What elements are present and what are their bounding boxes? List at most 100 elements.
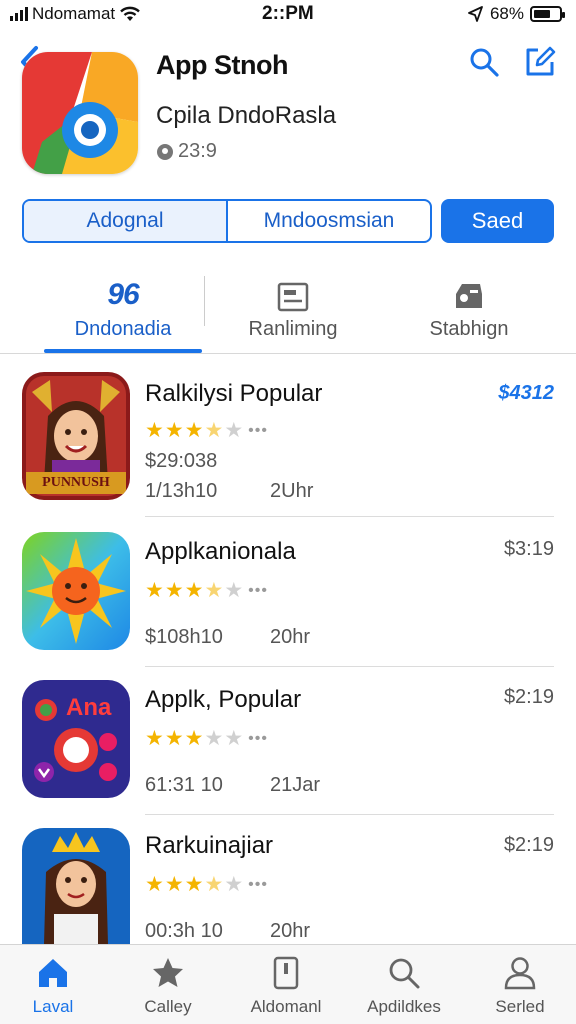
app-thumbnail [22, 828, 130, 944]
home-icon [39, 959, 67, 987]
more-dots-icon: ••• [248, 875, 268, 893]
star-empty-icon: ★ [224, 873, 244, 896]
tab-icon-wrap [452, 268, 486, 312]
app-meta-duration: 20hr [270, 920, 311, 942]
search-icon[interactable] [468, 46, 500, 78]
list-item[interactable]: Ana Applk, Popular $2:19 ★ ★ ★ ★ ★ ••• 6… [0, 668, 576, 818]
app-meta-date: 00:3h 10 [145, 920, 223, 942]
segment-option-2[interactable]: Mndoosmsian [228, 201, 430, 241]
signal-icon [10, 7, 28, 21]
star-icon: ★ [184, 727, 204, 750]
app-title: Applkanionala [145, 538, 296, 565]
star-empty-icon: ★ [224, 727, 244, 750]
segment-option-1[interactable]: Adognal [24, 201, 228, 241]
tab-divider [204, 276, 205, 326]
nav-label: Apdildkes [367, 997, 441, 1016]
star-half-icon: ★ [204, 419, 224, 442]
nav-item-aldomanl[interactable]: Aldomanl [231, 955, 341, 1017]
app-thumbnail: Ana [22, 680, 130, 798]
app-thumbnail [22, 532, 130, 650]
app-title: Applk, Popular [145, 686, 302, 713]
tab-active-indicator [44, 349, 202, 353]
nav-item-apdildkes[interactable]: Apdildkes [349, 955, 459, 1017]
app-meta-duration: 2Uhr [270, 480, 314, 502]
header-meta-value: 23:9 [178, 140, 217, 162]
star-icon: ★ [164, 873, 184, 896]
tab-stabhign[interactable]: Stabhign [394, 268, 544, 354]
bottom-tab-bar: Laval Calley Aldomanl Apdildkes Serled [0, 944, 576, 1024]
star-icon: ★ [164, 579, 184, 602]
list-item[interactable]: PUNNUSH Ralkilysi Popular $4312 ★ ★ ★ ★ … [0, 368, 576, 518]
tab-badge-number: 96 [107, 278, 139, 311]
star-icon: ★ [184, 419, 204, 442]
status-time: 2::PM [262, 3, 314, 24]
nav-label: Laval [32, 997, 74, 1016]
star-empty-icon: ★ [224, 579, 244, 602]
status-right: 68% [468, 4, 565, 24]
search-icon [389, 958, 420, 989]
app-meta-date: $108h10 [145, 626, 223, 648]
row-divider [145, 814, 554, 815]
more-dots-icon: ••• [248, 729, 268, 747]
app-price[interactable]: $4312 [498, 382, 554, 405]
page-title: App Stnoh [156, 50, 288, 80]
app-meta-date: 61:31 10 [145, 774, 223, 796]
row-divider [145, 666, 554, 667]
nav-label: Aldomanl [250, 997, 322, 1016]
header-meta: 23:9 [156, 140, 217, 163]
star-half-icon: ★ [204, 579, 224, 602]
app-meta-date: 1/13h10 [145, 480, 218, 502]
row-divider [145, 516, 554, 517]
battery-level [534, 10, 550, 18]
star-icon: ★ [184, 873, 204, 896]
battery-percent: 68% [489, 4, 524, 23]
tab-label: Dndonadia [74, 318, 172, 340]
primary-action-button[interactable]: Saed [441, 199, 554, 243]
rating-stars: ★ ★ ★ ★ ★ ••• [145, 580, 268, 601]
thumbnail-text: Ana [66, 694, 112, 721]
ranking-icon [277, 282, 309, 312]
star-icon: ★ [145, 873, 164, 896]
app-title: Rarkuinajiar [145, 832, 274, 859]
tab-bar: 96 Dndonadia Ranliming Stabhign [0, 268, 576, 354]
more-dots-icon: ••• [248, 421, 268, 439]
star-empty-icon: ★ [204, 727, 224, 750]
tab-icon-wrap [277, 268, 309, 312]
star-icon: ★ [145, 419, 164, 442]
segmented-control: Adognal Mndoosmsian [22, 199, 432, 243]
app-logo [22, 52, 138, 174]
battery-icon [530, 6, 565, 22]
tab-label: Ranliming [248, 318, 338, 340]
star-icon: ★ [164, 727, 184, 750]
star-empty-icon: ★ [224, 419, 244, 442]
tablet-icon [273, 956, 299, 990]
app-price[interactable]: $3:19 [504, 538, 554, 561]
list-item[interactable]: Rarkuinajiar $2:19 ★ ★ ★ ★ ★ ••• 00:3h 1… [0, 816, 576, 944]
app-price[interactable]: $2:19 [504, 686, 554, 709]
pin-icon [157, 143, 173, 160]
star-icon: ★ [145, 727, 164, 750]
rating-stars: ★ ★ ★ ★ ★ ••• [145, 420, 268, 441]
star-half-icon: ★ [204, 873, 224, 896]
nav-item-laval[interactable]: Laval [0, 955, 108, 1017]
app-thumbnail: PUNNUSH [22, 372, 130, 500]
status-left: Ndomamat [10, 4, 141, 24]
app-detail-line: $29:038 [145, 450, 218, 472]
app-title: Ralkilysi Popular [145, 380, 323, 407]
page-subtitle: Cpila DndoRasla [156, 102, 337, 129]
nav-item-serled[interactable]: Serled [465, 955, 575, 1017]
status-bar: Ndomamat 2::PM 68% [0, 0, 576, 28]
wifi-icon [120, 6, 140, 21]
nav-label: Serled [495, 997, 545, 1016]
nav-item-calley[interactable]: Calley [113, 955, 223, 1017]
app-meta-duration: 20hr [270, 626, 311, 648]
tab-ranliming[interactable]: Ranliming [218, 268, 368, 354]
list-item[interactable]: Applkanionala $3:19 ★ ★ ★ ★ ★ ••• $108h1… [0, 520, 576, 670]
star-icon: ★ [184, 579, 204, 602]
tab-label: Stabhign [429, 318, 509, 340]
compose-icon[interactable] [524, 44, 556, 78]
app-price[interactable]: $2:19 [504, 834, 554, 857]
thumbnail-text: PUNNUSH [42, 475, 110, 490]
stack-icon [456, 284, 482, 308]
tab-dndonadia[interactable]: 96 Dndonadia [44, 268, 202, 354]
